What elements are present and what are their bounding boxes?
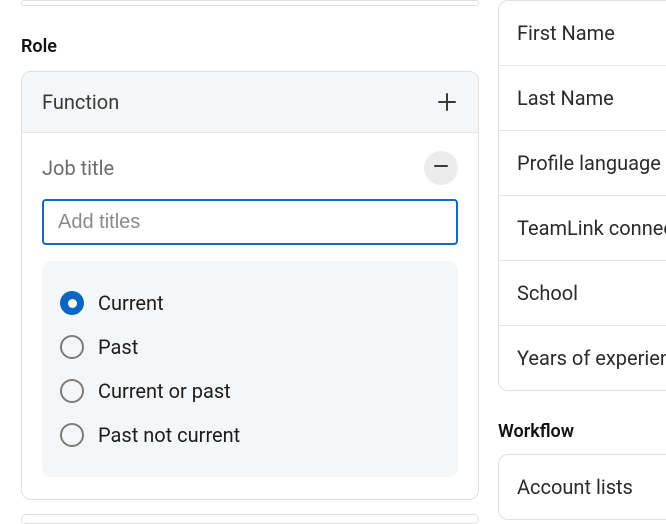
radio-label: Current <box>98 291 164 315</box>
function-filter-row[interactable]: Function <box>22 72 478 133</box>
role-filters-card: Function Job title Current Past Current or… <box>21 71 479 500</box>
radio-label: Current or past <box>98 379 231 403</box>
collapsed-filter-card[interactable] <box>21 0 479 6</box>
additional-filters-card: First NameLast NameProfile languageTeamL… <box>498 0 666 391</box>
job-title-filter: Job title Current Past Current or past Past… <box>22 133 478 499</box>
function-label: Function <box>42 90 119 114</box>
radio-button[interactable] <box>60 291 84 315</box>
section-label-role: Role <box>21 36 479 57</box>
minus-icon <box>433 158 449 178</box>
filter-row[interactable]: Last Name <box>499 66 666 131</box>
filter-row[interactable]: Profile language <box>499 131 666 196</box>
collapse-button[interactable] <box>424 151 458 185</box>
radio-label: Past not current <box>98 423 240 447</box>
filter-row[interactable]: First Name <box>499 1 666 66</box>
radio-option[interactable]: Past <box>60 325 440 369</box>
radio-option[interactable]: Past not current <box>60 413 440 457</box>
filter-row[interactable]: School <box>499 261 666 326</box>
filter-row[interactable]: Years of experien <box>499 326 666 390</box>
workflow-row[interactable]: Account lists <box>499 455 666 519</box>
job-title-input[interactable] <box>42 199 458 245</box>
radio-option[interactable]: Current <box>60 281 440 325</box>
collapsed-filter-card-below[interactable] <box>21 514 479 524</box>
workflow-card: Account lists <box>498 454 666 520</box>
radio-option[interactable]: Current or past <box>60 369 440 413</box>
radio-button[interactable] <box>60 379 84 403</box>
radio-button[interactable] <box>60 423 84 447</box>
radio-button[interactable] <box>60 335 84 359</box>
section-label-workflow: Workflow <box>498 421 666 442</box>
filter-row[interactable]: TeamLink connec <box>499 196 666 261</box>
plus-icon <box>436 91 458 113</box>
job-title-scope-panel: Current Past Current or past Past not curre… <box>42 261 458 477</box>
radio-label: Past <box>98 335 138 359</box>
job-title-label: Job title <box>42 156 114 180</box>
